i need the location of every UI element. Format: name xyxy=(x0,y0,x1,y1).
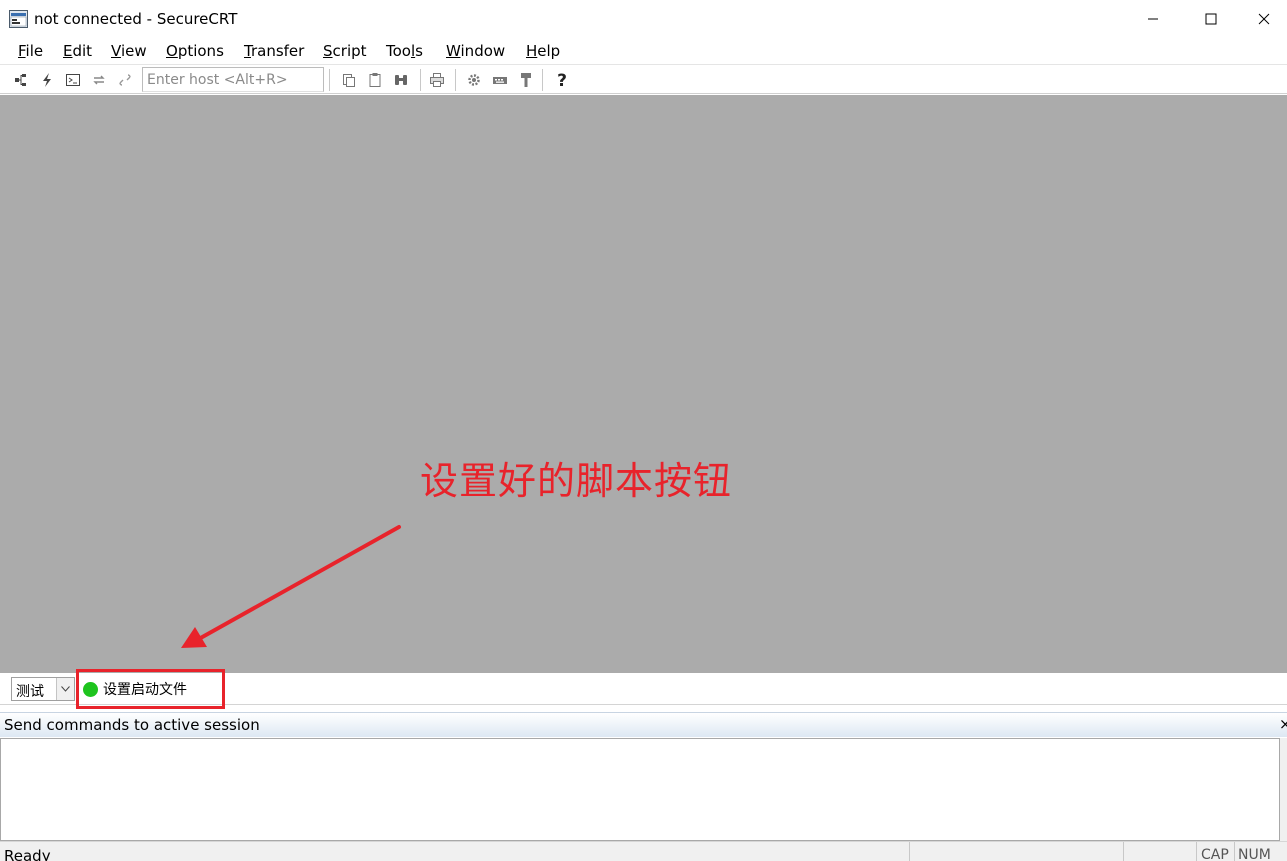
status-divider xyxy=(1196,842,1197,861)
quick-connect-icon[interactable] xyxy=(38,71,56,89)
sftp-icon[interactable] xyxy=(517,71,535,89)
print-icon[interactable] xyxy=(428,71,446,89)
securecrt-app-icon xyxy=(9,10,28,28)
button-bar-select[interactable]: 测试 xyxy=(11,677,75,701)
status-text: Ready xyxy=(4,847,51,861)
chevron-down-icon[interactable] xyxy=(56,678,74,700)
status-divider xyxy=(909,842,910,861)
find-icon[interactable] xyxy=(392,71,410,89)
command-window-close-icon[interactable]: × xyxy=(1279,715,1287,733)
command-scrollbar[interactable] xyxy=(1280,738,1287,841)
annotation-text: 设置好的脚本按钮 xyxy=(420,459,733,503)
menu-tools[interactable]: Tools xyxy=(386,42,423,60)
menu-help[interactable]: Help xyxy=(526,42,560,60)
disconnect-icon[interactable] xyxy=(116,71,134,89)
caps-lock-indicator: CAP xyxy=(1201,847,1229,861)
help-icon[interactable]: ? xyxy=(553,71,571,89)
minimize-icon xyxy=(1148,18,1158,20)
host-input[interactable] xyxy=(142,67,324,92)
title-bar: not connected - SecureCRT xyxy=(0,0,1287,38)
status-bar: Ready CAP NUM xyxy=(0,841,1287,861)
maximize-button[interactable] xyxy=(1182,0,1240,38)
menu-edit[interactable]: Edit xyxy=(63,42,92,60)
menu-script[interactable]: Script xyxy=(323,42,367,60)
window-title: not connected - SecureCRT xyxy=(34,10,238,28)
status-divider xyxy=(1123,842,1124,861)
copy-icon[interactable] xyxy=(340,71,358,89)
toolbar: ? xyxy=(0,66,1287,94)
svg-text:?: ? xyxy=(557,71,567,89)
button-bar-select-value: 测试 xyxy=(16,684,44,700)
connect-in-tab-icon[interactable] xyxy=(64,71,82,89)
connect-icon[interactable] xyxy=(12,71,30,89)
menu-options[interactable]: Options xyxy=(166,42,224,60)
num-lock-indicator: NUM xyxy=(1238,847,1271,861)
close-button[interactable] xyxy=(1240,0,1287,38)
menu-window[interactable]: Window xyxy=(446,42,505,60)
close-icon xyxy=(1258,13,1269,25)
toolbar-separator xyxy=(420,69,421,91)
command-input[interactable] xyxy=(0,738,1280,841)
maximize-icon xyxy=(1205,13,1217,25)
command-window-title: Send commands to active session xyxy=(4,716,260,734)
annotation-highlight-box xyxy=(76,669,225,709)
toolbar-separator xyxy=(329,69,330,91)
session-options-icon[interactable] xyxy=(465,71,483,89)
reconnect-icon[interactable] xyxy=(90,71,108,89)
minimize-button[interactable] xyxy=(1124,0,1182,38)
menu-bar: File Edit View Options Transfer Script T… xyxy=(0,38,1287,65)
toolbar-separator xyxy=(542,69,543,91)
menu-file[interactable]: File xyxy=(18,42,43,60)
command-window-header: Send commands to active session × xyxy=(0,712,1287,737)
session-area[interactable]: 设置好的脚本按钮 xyxy=(0,95,1287,673)
menu-view[interactable]: View xyxy=(111,42,147,60)
menu-transfer[interactable]: Transfer xyxy=(244,42,304,60)
status-divider xyxy=(1234,842,1235,861)
paste-icon[interactable] xyxy=(366,71,384,89)
toolbar-separator xyxy=(455,69,456,91)
keymap-icon[interactable] xyxy=(491,71,509,89)
